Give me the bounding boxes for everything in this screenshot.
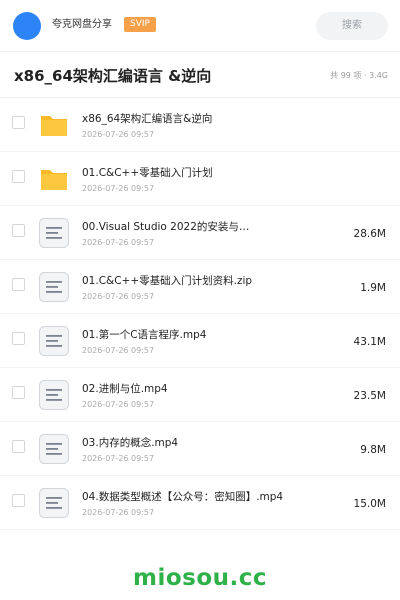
- file-date: 2026-07-26 09:57: [82, 238, 155, 247]
- file-size: 43.1M: [353, 336, 386, 348]
- document-icon: [38, 325, 70, 357]
- avatar[interactable]: [13, 12, 41, 40]
- row-checkbox[interactable]: [12, 386, 25, 399]
- row-checkbox[interactable]: [12, 116, 25, 129]
- file-size: 23.5M: [353, 390, 386, 402]
- file-name: 01.C&C++零基础入门计划: [82, 167, 213, 179]
- folder-summary: 共 99 项 · 3.4G: [330, 71, 388, 80]
- svip-badge: SVIP: [124, 17, 156, 32]
- file-row[interactable]: 02.进制与位.mp4 2026-07-26 09:57 23.5M: [0, 368, 400, 422]
- file-date: 2026-07-26 09:57: [82, 292, 155, 301]
- document-icon: [38, 271, 70, 303]
- file-date: 2026-07-26 09:57: [82, 400, 155, 409]
- file-name: 00.Visual Studio 2022的安装与…: [82, 221, 250, 233]
- file-name: x86_64架构汇编语言&逆向: [82, 113, 213, 125]
- share-owner-name: 夸克网盘分享: [52, 19, 112, 30]
- folder-icon: [38, 109, 70, 141]
- file-name: 04.数据类型概述【公众号：密知圈】.mp4: [82, 491, 284, 503]
- file-row[interactable]: 00.Visual Studio 2022的安装与… 2026-07-26 09:…: [0, 206, 400, 260]
- file-row[interactable]: 01.C&C++零基础入门计划资料.zip 2026-07-26 09:57 1.9…: [0, 260, 400, 314]
- page-title: x86_64架构汇编语言 &逆向: [14, 67, 212, 85]
- file-date: 2026-07-26 09:57: [82, 130, 155, 139]
- file-list: x86_64架构汇编语言&逆向 2026-07-26 09:57 01.C&C++零…: [0, 98, 400, 530]
- file-size: 1.9M: [360, 282, 386, 294]
- file-date: 2026-07-26 09:57: [82, 454, 155, 463]
- file-row[interactable]: 03.内存的概念.mp4 2026-07-26 09:57 9.8M: [0, 422, 400, 476]
- file-row[interactable]: 01.C&C++零基础入门计划 2026-07-26 09:57: [0, 152, 400, 206]
- row-checkbox[interactable]: [12, 278, 25, 291]
- file-name: 01.C&C++零基础入门计划资料.zip: [82, 275, 253, 287]
- file-row[interactable]: x86_64架构汇编语言&逆向 2026-07-26 09:57: [0, 98, 400, 152]
- file-date: 2026-07-26 09:57: [82, 346, 155, 355]
- file-size: 28.6M: [353, 228, 386, 240]
- document-icon: [38, 487, 70, 519]
- file-name: 01.第一个C语言程序.mp4: [82, 329, 207, 341]
- row-checkbox[interactable]: [12, 440, 25, 453]
- search-button[interactable]: 搜索: [316, 12, 388, 40]
- document-icon: [38, 379, 70, 411]
- file-row[interactable]: 04.数据类型概述【公众号：密知圈】.mp4 2026-07-26 09:57 15…: [0, 476, 400, 530]
- share-header: 夸克网盘分享 SVIP 搜索: [0, 0, 400, 52]
- file-date: 2026-07-26 09:57: [82, 184, 155, 193]
- file-size: 9.8M: [360, 444, 386, 456]
- row-checkbox[interactable]: [12, 332, 25, 345]
- row-checkbox[interactable]: [12, 224, 25, 237]
- file-name: 03.内存的概念.mp4: [82, 437, 179, 449]
- row-checkbox[interactable]: [12, 494, 25, 507]
- watermark-text: miosou.cc: [132, 565, 268, 591]
- folder-icon: [38, 163, 70, 195]
- file-date: 2026-07-26 09:57: [82, 508, 155, 517]
- file-row[interactable]: 01.第一个C语言程序.mp4 2026-07-26 09:57 43.1M: [0, 314, 400, 368]
- document-icon: [38, 433, 70, 465]
- file-size: 15.0M: [353, 498, 386, 510]
- row-checkbox[interactable]: [12, 170, 25, 183]
- document-icon: [38, 217, 70, 249]
- folder-titlebar: x86_64架构汇编语言 &逆向 共 99 项 · 3.4G: [0, 52, 400, 98]
- file-name: 02.进制与位.mp4: [82, 383, 168, 395]
